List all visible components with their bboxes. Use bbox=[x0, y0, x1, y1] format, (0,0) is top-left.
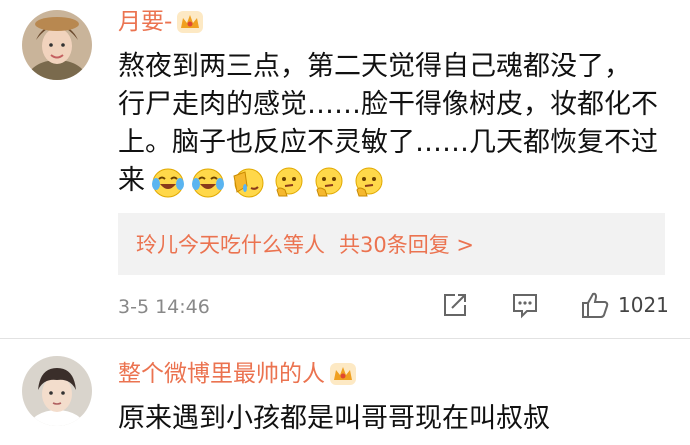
comment-icon[interactable] bbox=[510, 290, 540, 320]
comment-divider bbox=[0, 338, 690, 339]
avatar[interactable] bbox=[22, 356, 92, 426]
like-action[interactable]: 1021 bbox=[580, 290, 669, 320]
crying-laughing-emoji-icon bbox=[152, 168, 184, 197]
like-count: 1021 bbox=[618, 293, 669, 317]
vip-crown-icon bbox=[330, 363, 356, 385]
username-text[interactable]: 月要- bbox=[118, 8, 172, 36]
comment-line-last: 来 bbox=[118, 162, 658, 200]
emoji-row bbox=[151, 166, 385, 198]
vip-crown-icon bbox=[177, 11, 204, 33]
view-replies-link[interactable]: 共30条回复 > bbox=[339, 229, 474, 259]
thinking-emoji-icon bbox=[355, 167, 383, 196]
comment-username[interactable]: 月要- bbox=[118, 8, 204, 36]
thinking-emoji-icon bbox=[315, 167, 343, 196]
replies-preview[interactable]: 玲儿今天吃什么等人 共30条回复 > bbox=[118, 213, 665, 275]
facepalm-emoji-icon bbox=[233, 168, 264, 197]
comment-timestamp: 3-5 14:46 bbox=[118, 296, 210, 318]
reply-action[interactable] bbox=[510, 290, 540, 320]
username-text[interactable]: 整个微博里最帅的人 bbox=[118, 360, 325, 388]
comment-line: 熬夜到两三点，第二天觉得自己魂都没了， bbox=[118, 51, 631, 82]
repost-action[interactable] bbox=[440, 290, 470, 320]
crying-laughing-emoji-icon bbox=[192, 168, 224, 197]
comment-text: 原来遇到小孩都是叫哥哥现在叫叔叔 bbox=[118, 403, 550, 434]
repost-icon[interactable] bbox=[440, 290, 470, 320]
weibo-comment-thread: 月要- 熬夜到两三点，第二天觉得自己魂都没了， 行尸走肉的感觉……脸干得像树皮，… bbox=[0, 0, 690, 445]
reply-user-link[interactable]: 玲儿今天吃什么等人 bbox=[136, 229, 325, 259]
comment-username[interactable]: 整个微博里最帅的人 bbox=[118, 360, 357, 388]
thumbs-up-icon[interactable] bbox=[580, 290, 610, 320]
thinking-emoji-icon bbox=[275, 167, 303, 196]
comment-text: 熬夜到两三点，第二天觉得自己魂都没了， 行尸走肉的感觉……脸干得像树皮，妆都化不… bbox=[118, 48, 658, 200]
comment-line: 行尸走肉的感觉……脸干得像树皮，妆都化不 bbox=[118, 89, 658, 120]
avatar[interactable] bbox=[22, 10, 92, 80]
comment-line: 上。脑子也反应不灵敏了……几天都恢复不过 bbox=[118, 127, 658, 158]
